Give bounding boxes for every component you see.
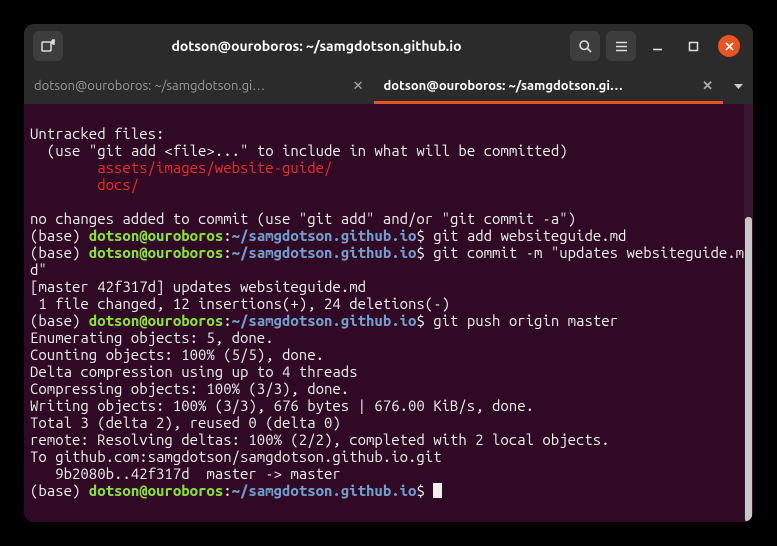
scrollbar-thumb[interactable] (745, 217, 752, 522)
search-icon (578, 39, 593, 54)
window-title: dotson@ouroboros: ~/samgdotson.github.io (66, 38, 567, 54)
titlebar: dotson@ouroboros: ~/samgdotson.github.io (24, 24, 753, 68)
maximize-icon (688, 41, 699, 52)
tab-close-button[interactable]: ✕ (702, 79, 713, 94)
tab-close-button[interactable]: ✕ (353, 79, 364, 94)
close-button[interactable] (718, 35, 740, 57)
new-tab-button[interactable] (33, 31, 63, 61)
tab-0[interactable]: dotson@ouroboros: ~/samgdotson.gi… ✕ (24, 68, 374, 104)
terminal-window: dotson@ouroboros: ~/samgdotson.github.io… (24, 24, 753, 522)
maximize-button[interactable] (678, 31, 708, 61)
menu-button[interactable] (606, 31, 636, 61)
tab-label: dotson@ouroboros: ~/samgdotson.gi… (34, 79, 345, 93)
chevron-down-icon (733, 81, 744, 92)
tabs-dropdown-button[interactable] (723, 68, 753, 104)
scrollbar[interactable] (744, 104, 753, 522)
new-tab-icon (40, 38, 56, 54)
search-button[interactable] (570, 31, 600, 61)
close-icon (724, 41, 735, 52)
minimize-button[interactable] (642, 31, 672, 61)
terminal-output: Untracked files: (use "git add <file>...… (24, 104, 753, 503)
cursor (433, 483, 442, 498)
minimize-icon (651, 40, 664, 53)
hamburger-icon (614, 39, 629, 54)
tab-label: dotson@ouroboros: ~/samgdotson.gi… (384, 79, 695, 93)
tab-1[interactable]: dotson@ouroboros: ~/samgdotson.gi… ✕ (374, 68, 724, 104)
terminal-viewport[interactable]: Untracked files: (use "git add <file>...… (24, 104, 753, 522)
tab-bar: dotson@ouroboros: ~/samgdotson.gi… ✕ dot… (24, 68, 753, 104)
